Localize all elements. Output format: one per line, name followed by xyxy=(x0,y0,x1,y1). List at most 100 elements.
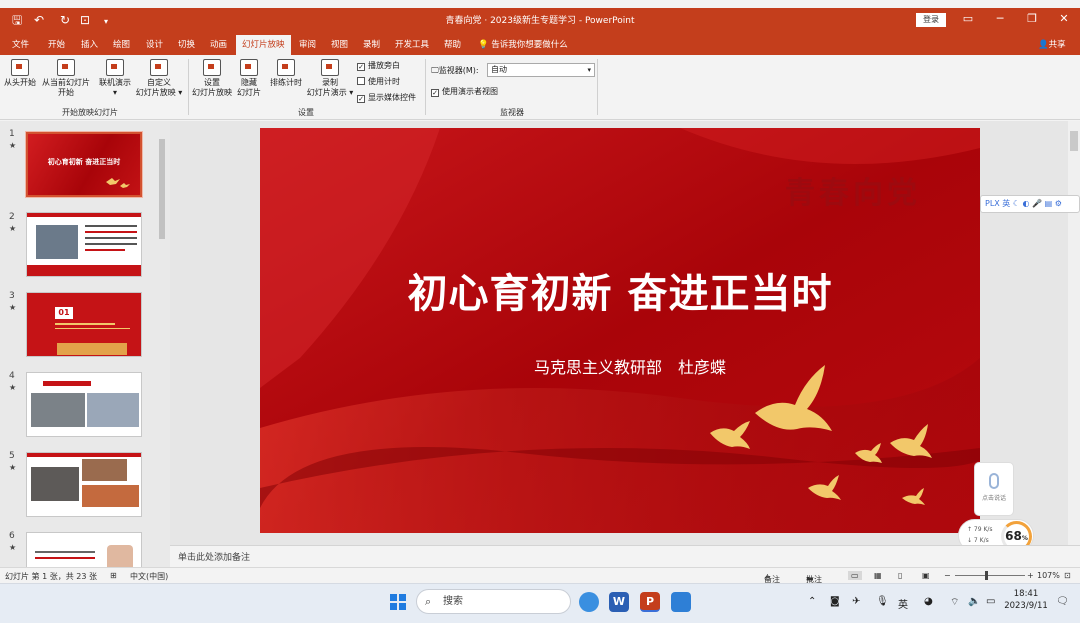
tab-record[interactable]: 录制 xyxy=(363,38,380,50)
notes-placeholder: 单击此处添加备注 xyxy=(178,553,251,563)
microphone-icon[interactable]: 🎙 xyxy=(876,596,889,607)
tab-view[interactable]: 视图 xyxy=(331,38,348,50)
windows-start-icon[interactable] xyxy=(388,592,408,612)
current-slide[interactable]: 青春向党 初心育初新 奋进正当时 马克思主义教研部 杜彦蝶 xyxy=(260,128,980,533)
checkbox-checked-icon: ✓ xyxy=(357,63,365,71)
slide-watermark: 青春向党 xyxy=(785,176,921,211)
zoom-level[interactable]: 107% xyxy=(1037,571,1060,580)
record-slideshow-button[interactable]: 录制 幻灯片演示 ▾ xyxy=(306,59,354,98)
checkbox-label: 播放旁白 xyxy=(368,61,400,70)
tray-app-icon[interactable]: ✈ xyxy=(852,596,860,607)
notes-pane[interactable]: 单击此处添加备注 xyxy=(170,545,1080,567)
rehearse-timings-button[interactable]: 排练计时 xyxy=(267,59,305,88)
button-label: 设置 xyxy=(204,78,220,87)
tab-developer[interactable]: 开发工具 xyxy=(395,38,429,50)
tab-design[interactable]: 设计 xyxy=(146,38,163,50)
zoom-slider-knob[interactable] xyxy=(985,571,988,580)
reading-view-icon[interactable]: ▯ xyxy=(898,571,902,580)
ime-floating-toolbar[interactable]: PLX 英 ☾ ◐ 🎤 ▤ ⚙ xyxy=(980,195,1080,213)
thumb-red-band xyxy=(27,213,141,217)
custom-slideshow-button[interactable]: 自定义 幻灯片放映 ▾ xyxy=(134,59,184,98)
tab-insert[interactable]: 插入 xyxy=(81,38,98,50)
chevron-up-icon[interactable]: ⌃ xyxy=(808,596,816,607)
ribbon-display-icon[interactable]: ▭ xyxy=(960,12,976,25)
slide-sorter-icon[interactable]: ▦ xyxy=(874,571,882,580)
system-clock[interactable]: 18:41 2023/9/11 xyxy=(1002,588,1050,612)
fit-slide-icon[interactable]: ⊡ xyxy=(1064,571,1071,580)
button-label: 从当前幻灯片 xyxy=(42,78,90,87)
wifi-icon[interactable]: ⌔ xyxy=(950,596,959,609)
thumb-text-line xyxy=(35,551,95,553)
scrollbar-thumb[interactable] xyxy=(159,139,165,239)
scrollbar-thumb[interactable] xyxy=(1070,131,1078,151)
editor-scrollbar[interactable] xyxy=(1068,121,1080,545)
volume-icon[interactable]: 🔈 xyxy=(968,596,980,607)
tab-help[interactable]: 帮助 xyxy=(444,38,461,50)
slide-thumbnail-4[interactable] xyxy=(26,372,142,437)
normal-view-icon[interactable]: ▭ xyxy=(848,571,862,580)
edge-browser-icon[interactable] xyxy=(579,592,599,612)
button-label: 排练计时 xyxy=(270,78,302,87)
hide-slide-button[interactable]: 隐藏 幻灯片 xyxy=(235,59,263,98)
taskbar-search[interactable]: ⌕ 搜索 xyxy=(416,589,571,614)
zoom-in-icon[interactable]: + xyxy=(1027,571,1034,580)
battery-icon[interactable]: ▭ xyxy=(986,596,995,607)
tell-me-box[interactable]: 💡 告诉我你想要做什么 xyxy=(478,38,568,50)
notification-icon[interactable]: 🗨 xyxy=(1056,596,1069,607)
slide-thumbnail-3[interactable]: 01 xyxy=(26,292,142,357)
share-button[interactable]: 👤共享 xyxy=(1038,38,1066,50)
button-label: 录制 xyxy=(322,78,338,87)
from-current-slide-button[interactable]: 从当前幻灯片 开始 xyxy=(40,59,92,98)
signin-button[interactable]: 登录 xyxy=(916,13,946,27)
tab-file[interactable]: 文件 xyxy=(12,38,29,50)
tab-transitions[interactable]: 切换 xyxy=(178,38,195,50)
setup-slideshow-button[interactable]: 设置 幻灯片放映 xyxy=(190,59,234,98)
start-tile xyxy=(399,603,406,610)
play-narrations-checkbox[interactable]: ✓ 播放旁白 xyxy=(357,60,400,71)
thumb-number: 3 xyxy=(9,291,15,301)
word-app-icon[interactable]: W xyxy=(609,592,629,612)
tray-app-icon[interactable]: ◙ xyxy=(830,596,840,607)
presenter-view-checkbox[interactable]: ✓ 使用演示者视图 xyxy=(431,86,498,97)
tray-app-icon[interactable]: ◕ xyxy=(924,596,933,607)
thumb-number: 2 xyxy=(9,212,15,222)
show-media-controls-checkbox[interactable]: ✓ 显示媒体控件 xyxy=(357,92,416,103)
powerpoint-app-icon[interactable]: P xyxy=(640,592,660,612)
slide-title[interactable]: 初心育初新 奋进正当时 xyxy=(260,261,980,319)
group-label-start: 开始放映幻灯片 xyxy=(62,108,118,117)
ime-indicator[interactable]: 英 xyxy=(898,596,908,611)
monitor-select[interactable]: 自动 ▾ xyxy=(487,63,595,77)
zoom-slider[interactable] xyxy=(955,571,1025,580)
maximize-icon[interactable]: ❐ xyxy=(1024,12,1040,25)
meeting-app-icon[interactable] xyxy=(671,592,691,612)
thumb-number: 6 xyxy=(9,531,15,541)
use-timings-checkbox[interactable]: 使用计时 xyxy=(357,76,400,87)
slide-thumbnail-5[interactable] xyxy=(26,452,142,517)
slide-thumbnail-6[interactable] xyxy=(26,532,142,567)
slide-thumbnail-2[interactable] xyxy=(26,212,142,277)
thumb-photo xyxy=(82,485,139,507)
setup-icon xyxy=(203,59,221,76)
tab-home[interactable]: 开始 xyxy=(48,38,65,50)
slide-thumbnail-1[interactable]: 初心育初新 奋进正当时 xyxy=(25,131,143,198)
slideshow-view-icon[interactable]: ▣ xyxy=(922,571,930,580)
close-icon[interactable]: ✕ xyxy=(1056,12,1072,25)
slide-subtitle[interactable]: 马克思主义教研部 杜彦蝶 xyxy=(260,354,980,378)
minimize-icon[interactable]: ─ xyxy=(992,12,1008,25)
percent-unit: % xyxy=(1021,535,1028,542)
checkbox-checked-icon: ✓ xyxy=(357,95,365,103)
present-online-button[interactable]: 联机演示 ▾ xyxy=(97,59,133,98)
tab-draw[interactable]: 绘图 xyxy=(113,38,130,50)
from-beginning-button[interactable]: 从头开始 xyxy=(2,59,38,88)
dove-shape xyxy=(120,183,130,188)
language-indicator[interactable]: 中文(中国) xyxy=(130,571,168,582)
thumbnails-scrollbar[interactable] xyxy=(158,131,166,561)
tab-review[interactable]: 审阅 xyxy=(299,38,316,50)
voice-input-widget[interactable]: 点击说话 xyxy=(974,462,1014,516)
tab-animations[interactable]: 动画 xyxy=(210,38,227,50)
accessibility-icon[interactable]: ⊞ xyxy=(110,571,117,580)
tell-me-text: 告诉我你想要做什么 xyxy=(491,40,568,50)
tab-slideshow[interactable]: 幻灯片放映 xyxy=(236,35,291,55)
zoom-out-icon[interactable]: − xyxy=(944,571,951,580)
thumb-header-band xyxy=(43,381,91,386)
